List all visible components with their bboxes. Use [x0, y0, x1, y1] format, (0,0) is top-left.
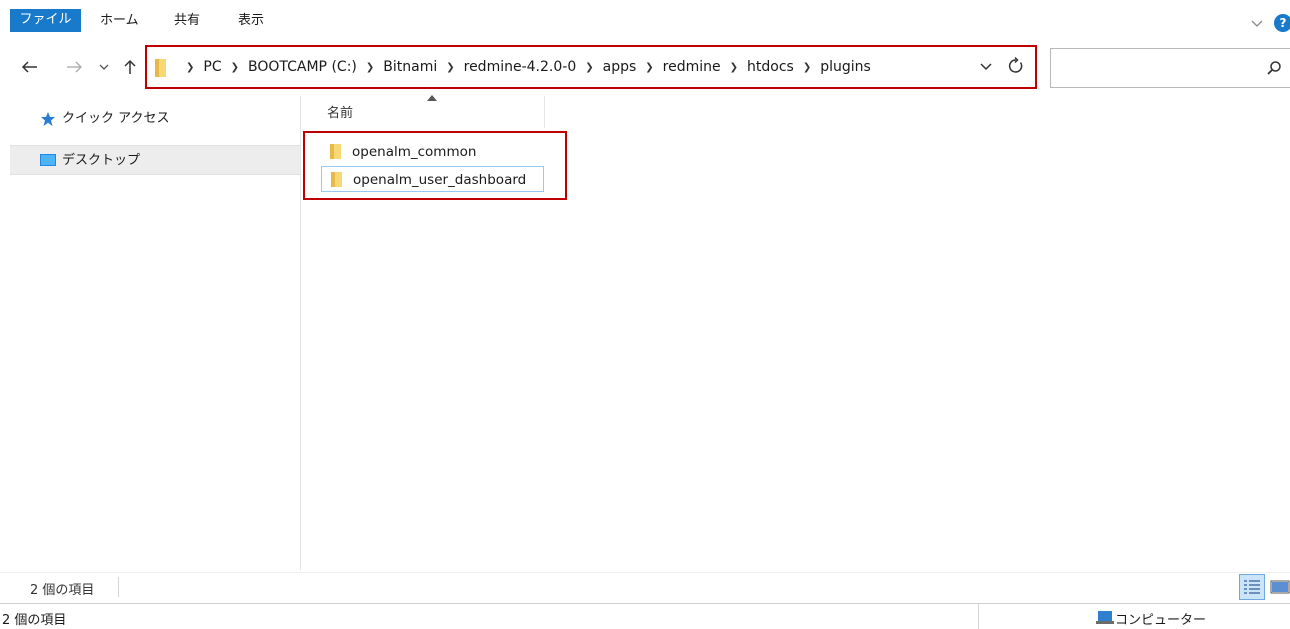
breadcrumb-separator[interactable]: ❯: [645, 62, 653, 73]
sidebar-item-quick-access[interactable]: クイック アクセス: [10, 104, 300, 134]
breadcrumb-item-bitnami[interactable]: Bitnami: [383, 59, 437, 75]
computer-label: コンピューター: [1115, 613, 1207, 628]
recent-locations-chevron-icon[interactable]: [94, 57, 114, 77]
column-header-name[interactable]: 名前: [301, 95, 545, 128]
breadcrumb-separator[interactable]: ❯: [730, 62, 738, 73]
forward-arrow-icon[interactable]: [64, 57, 84, 77]
star-icon: [41, 112, 55, 126]
refresh-icon[interactable]: [1007, 57, 1025, 75]
outer-item-count: 2 個の項目: [2, 613, 67, 628]
list-item[interactable]: openalm_common: [321, 139, 544, 165]
breadcrumb-separator[interactable]: ❯: [446, 62, 454, 73]
breadcrumb-separator[interactable]: ❯: [231, 62, 239, 73]
address-history-dropdown-icon[interactable]: [979, 60, 993, 74]
search-input[interactable]: [1050, 48, 1290, 88]
details-view-icon: [1244, 580, 1260, 594]
breadcrumb-item-plugins[interactable]: plugins: [820, 59, 871, 75]
navigation-pane: クイック アクセス デスクトップ: [0, 96, 301, 570]
folder-icon: [155, 59, 166, 77]
window-status-bar: 2 個の項目 コンピューター: [0, 603, 1290, 629]
breadcrumb: ❯ PC ❯ BOOTCAMP (C:) ❯ Bitnami ❯ redmine…: [177, 47, 871, 87]
file-list: 名前 openalm_common openalm_user_dashboard: [301, 95, 1290, 570]
file-name: openalm_user_dashboard: [353, 172, 527, 188]
tab-share[interactable]: 共有: [174, 10, 200, 32]
sidebar-item-label: クイック アクセス: [62, 111, 170, 126]
ribbon: ファイル ホーム 共有 表示 ?: [0, 0, 1290, 37]
help-icon[interactable]: ?: [1274, 14, 1290, 32]
sort-ascending-icon: [427, 95, 437, 101]
breadcrumb-item-redmine[interactable]: redmine: [663, 59, 721, 75]
breadcrumb-item-apps[interactable]: apps: [603, 59, 637, 75]
details-view-button[interactable]: [1239, 574, 1265, 600]
navigation-bar: ❯ PC ❯ BOOTCAMP (C:) ❯ Bitnami ❯ redmine…: [0, 40, 1290, 96]
address-bar[interactable]: ❯ PC ❯ BOOTCAMP (C:) ❯ Bitnami ❯ redmine…: [145, 45, 1037, 89]
tab-home[interactable]: ホーム: [100, 10, 139, 32]
breadcrumb-separator[interactable]: ❯: [803, 62, 811, 73]
breadcrumb-separator[interactable]: ❯: [186, 62, 194, 73]
ribbon-controls: ?: [1250, 14, 1290, 34]
computer-icon: [1096, 611, 1114, 624]
breadcrumb-separator[interactable]: ❯: [366, 62, 374, 73]
search-icon[interactable]: [1266, 60, 1282, 76]
back-arrow-icon[interactable]: [20, 57, 40, 77]
breadcrumb-item-pc[interactable]: PC: [203, 59, 221, 75]
item-count: 2 個の項目: [30, 583, 95, 598]
folder-icon: [331, 172, 342, 187]
breadcrumb-separator[interactable]: ❯: [585, 62, 593, 73]
expand-ribbon-icon[interactable]: [1250, 16, 1264, 30]
status-divider: [978, 604, 979, 629]
breadcrumb-item-redmine-version[interactable]: redmine-4.2.0-0: [464, 59, 577, 75]
desktop-icon: [40, 154, 56, 166]
tab-file[interactable]: ファイル: [10, 9, 81, 32]
sidebar-item-label: デスクトップ: [62, 153, 141, 168]
column-header-label: 名前: [327, 106, 354, 121]
list-item[interactable]: openalm_user_dashboard: [321, 166, 544, 192]
status-bar: 2 個の項目: [0, 572, 1290, 603]
large-icons-view-icon[interactable]: [1270, 579, 1290, 595]
folder-icon: [330, 144, 341, 159]
file-name: openalm_common: [352, 144, 477, 160]
breadcrumb-item-bootcamp[interactable]: BOOTCAMP (C:): [248, 59, 357, 75]
tab-view[interactable]: 表示: [238, 10, 264, 32]
sidebar-item-desktop[interactable]: デスクトップ: [10, 145, 300, 175]
up-arrow-icon[interactable]: [120, 57, 140, 77]
status-divider: [118, 577, 119, 597]
breadcrumb-item-htdocs[interactable]: htdocs: [747, 59, 794, 75]
